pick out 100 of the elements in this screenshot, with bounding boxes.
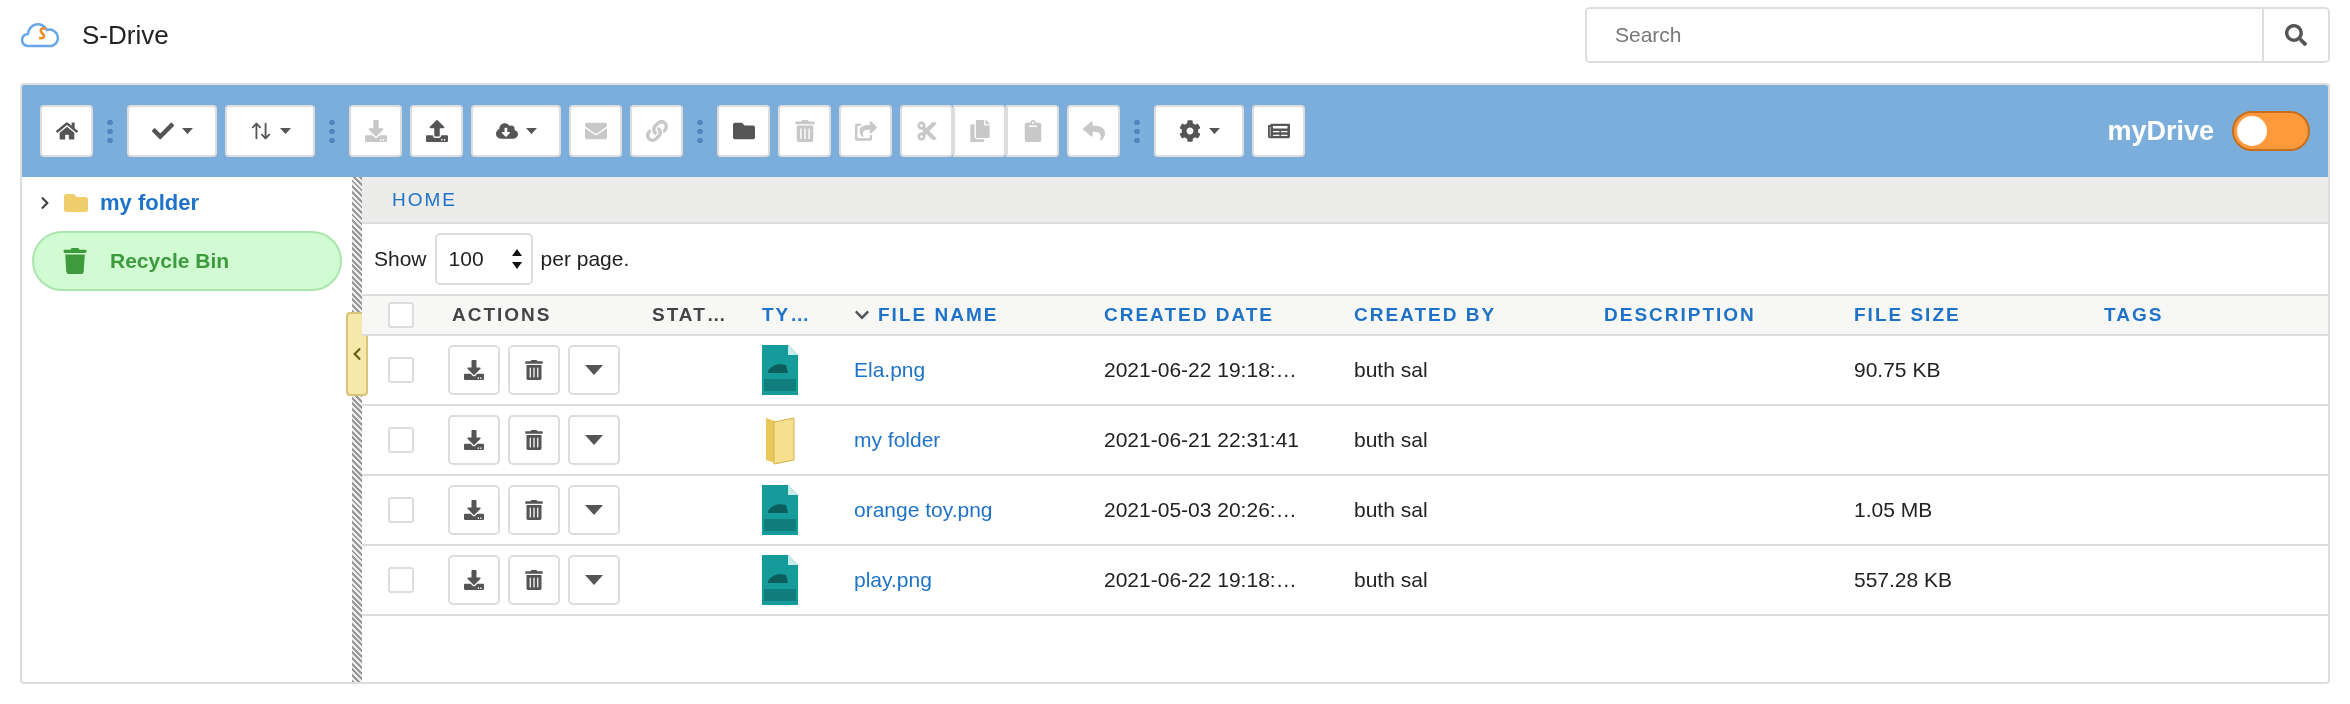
- collapse-handle[interactable]: [346, 312, 368, 396]
- search-box[interactable]: Search: [1585, 7, 2330, 63]
- table-cell-text: 2021-05-03 20:26:…: [1103, 498, 1298, 522]
- column-header[interactable]: TY…: [752, 304, 844, 326]
- file-name-link[interactable]: Ela.png: [844, 358, 1094, 382]
- image-file-icon: [762, 555, 798, 605]
- table-cell-text: 557.28 KB: [1853, 568, 1954, 592]
- toolbar-separator: [1134, 118, 1140, 144]
- toggle-label: myDrive: [2107, 115, 2214, 147]
- check-icon: [151, 120, 174, 142]
- column-header[interactable]: FILE NAME: [844, 304, 1094, 326]
- cloud-logo-icon: [20, 20, 60, 50]
- column-header: ACTIONS: [451, 304, 553, 326]
- download-icon: [364, 120, 387, 142]
- image-file-icon: [762, 485, 798, 535]
- toolbar-button[interactable]: [1154, 105, 1244, 157]
- table-cell-text: 2021-06-22 19:18:…: [1103, 358, 1298, 382]
- folder-icon: [64, 191, 88, 215]
- image-file-icon: [762, 345, 798, 395]
- scissors-icon: [915, 120, 938, 142]
- table-cell-text: buth sal: [1353, 358, 1429, 382]
- file-name-link[interactable]: play.png: [844, 568, 1094, 592]
- spinner-arrows-icon[interactable]: [510, 247, 523, 271]
- share-icon: [854, 120, 877, 142]
- folder-icon: [732, 120, 755, 142]
- more-button[interactable]: [568, 485, 620, 535]
- pager-label: per page.: [540, 247, 630, 271]
- toolbar-separator: [329, 118, 335, 144]
- more-button[interactable]: [568, 345, 620, 395]
- caret-icon: [279, 127, 291, 134]
- copy-icon: [968, 120, 991, 142]
- download-icon: [464, 570, 484, 590]
- caret-icon: [585, 435, 603, 445]
- row-checkbox[interactable]: [388, 357, 414, 383]
- trash-icon: [62, 248, 88, 274]
- download-button[interactable]: [448, 485, 500, 535]
- delete-button[interactable]: [508, 345, 560, 395]
- link-icon: [645, 120, 668, 142]
- download-icon: [464, 360, 484, 380]
- reply-arrow-icon: [1082, 120, 1105, 142]
- search-button[interactable]: [2262, 9, 2328, 61]
- toolbar-button[interactable]: [225, 105, 315, 157]
- column-header-label: FILE NAME: [878, 304, 999, 326]
- pager-label: Show: [374, 247, 427, 271]
- more-button[interactable]: [568, 555, 620, 605]
- trash-icon: [793, 120, 816, 142]
- download-button[interactable]: [448, 555, 500, 605]
- toolbar-button[interactable]: [40, 105, 93, 157]
- toolbar-separator: [697, 118, 703, 144]
- delete-button[interactable]: [508, 555, 560, 605]
- table-cell-text: buth sal: [1353, 568, 1429, 592]
- app-title: S-Drive: [82, 19, 169, 51]
- toolbar-button[interactable]: [410, 105, 463, 157]
- caret-icon: [181, 127, 193, 134]
- caret-icon: [585, 365, 603, 375]
- cloud-icon: [495, 120, 518, 142]
- file-name-link[interactable]: orange toy.png: [844, 498, 1094, 522]
- select-all-checkbox[interactable]: [388, 302, 414, 328]
- column-header[interactable]: FILE SIZE: [1844, 304, 2094, 326]
- table-cell-text: 1.05 MB: [1853, 498, 1934, 522]
- settings-icon: [1178, 120, 1201, 142]
- page-size-field[interactable]: 100: [434, 233, 533, 285]
- tree-item[interactable]: my folder: [32, 187, 342, 219]
- envelope-icon: [584, 120, 607, 142]
- caret-icon: [525, 127, 537, 134]
- breadcrumb-link[interactable]: HOME: [392, 188, 457, 211]
- toolbar-button[interactable]: [1252, 105, 1305, 157]
- column-header[interactable]: CREATED DATE: [1094, 304, 1344, 326]
- search-icon: [2285, 24, 2307, 46]
- column-header: STAT…: [651, 304, 729, 326]
- toolbar-separator: [107, 118, 113, 144]
- toolbar-button[interactable]: [127, 105, 217, 157]
- download-button[interactable]: [448, 345, 500, 395]
- delete-button[interactable]: [508, 415, 560, 465]
- trash-icon: [524, 430, 544, 450]
- toggle-switch[interactable]: [2232, 111, 2310, 151]
- download-icon: [464, 430, 484, 450]
- download-button[interactable]: [448, 415, 500, 465]
- download-icon: [464, 500, 484, 520]
- column-header[interactable]: CREATED BY: [1344, 304, 1594, 326]
- row-checkbox[interactable]: [388, 567, 414, 593]
- trash-icon: [524, 360, 544, 380]
- column-header[interactable]: DESCRIPTION: [1594, 304, 1844, 326]
- row-checkbox[interactable]: [388, 497, 414, 523]
- column-header[interactable]: TAGS: [2094, 304, 2328, 326]
- caret-icon: [1208, 127, 1220, 134]
- home-icon: [55, 120, 78, 142]
- tree-item-label: my folder: [100, 190, 200, 216]
- recycle-bin-item[interactable]: Recycle Bin: [32, 231, 342, 291]
- more-button[interactable]: [568, 415, 620, 465]
- upload-icon: [425, 120, 448, 142]
- table-cell-text: buth sal: [1353, 428, 1429, 452]
- table-cell-text: 2021-06-22 19:18:…: [1103, 568, 1298, 592]
- trash-icon: [524, 570, 544, 590]
- toolbar-button[interactable]: [471, 105, 561, 157]
- row-checkbox[interactable]: [388, 427, 414, 453]
- file-name-link[interactable]: my folder: [844, 428, 1094, 452]
- delete-button[interactable]: [508, 485, 560, 535]
- trash-icon: [524, 500, 544, 520]
- toolbar-button[interactable]: [717, 105, 770, 157]
